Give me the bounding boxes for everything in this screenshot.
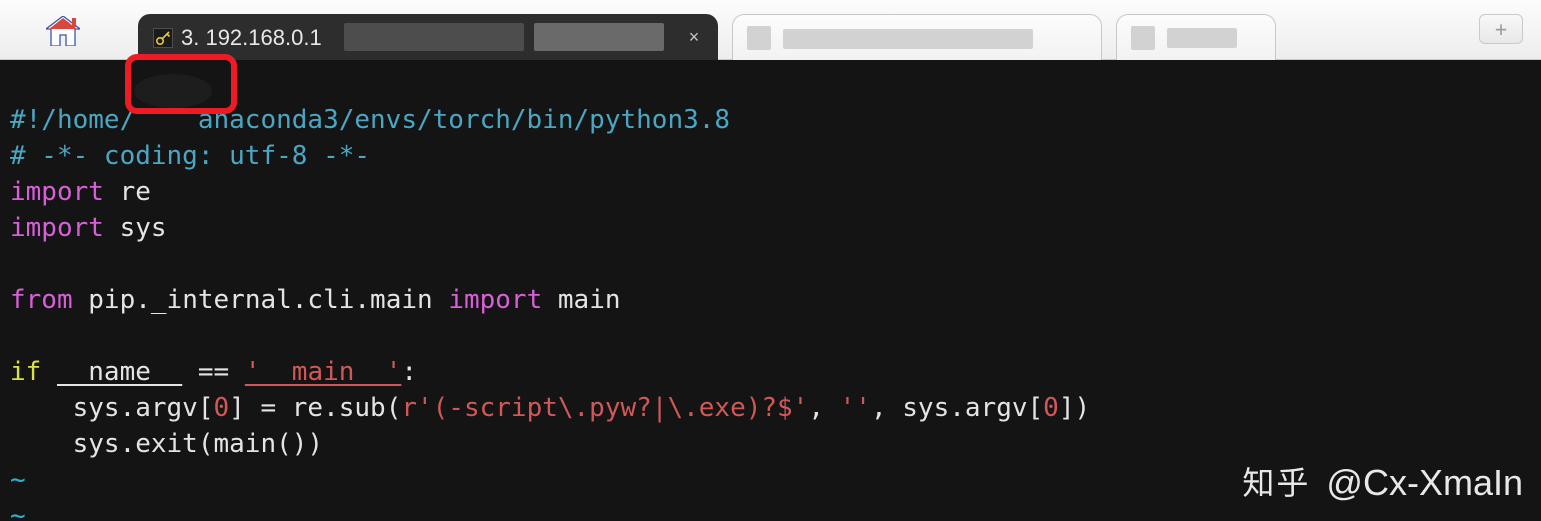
l7s2: '': [840, 393, 871, 423]
watermark-brand: 知乎: [1242, 465, 1310, 501]
tab-blur-active: [344, 23, 524, 51]
l7e: ]): [1059, 393, 1090, 423]
mod-path: pip._internal.cli.main: [88, 285, 432, 315]
tab-blur-active-2: [534, 23, 664, 51]
l7s1: r'(-script\.pyw?|\.exe)?$': [401, 393, 808, 423]
l7d: , sys.argv[: [871, 393, 1043, 423]
l7a: sys.argv[: [10, 393, 214, 423]
kw-import-1: import: [10, 177, 104, 207]
tilde-2: ~: [10, 501, 26, 521]
kw-import-2: import: [10, 213, 104, 243]
mod-re: re: [120, 177, 151, 207]
favicon-blur-2: [1131, 26, 1155, 50]
tab-title-1: [783, 25, 1079, 51]
code-coding: # -*- coding: utf-8 -*-: [10, 141, 370, 171]
kw-if: if: [10, 357, 41, 387]
colon: :: [401, 357, 417, 387]
watermark: 知乎 @Cx-XmaIn: [1242, 465, 1523, 501]
tab-inactive-2[interactable]: [1116, 14, 1276, 60]
watermark-handle: @Cx-XmaIn: [1326, 465, 1523, 501]
eq: ==: [182, 357, 245, 387]
mod-sys: sys: [120, 213, 167, 243]
str-main: '__main__': [245, 357, 402, 387]
l7b: ] = re.sub(: [229, 393, 401, 423]
redaction-smudge: [134, 74, 212, 108]
dunder-name: __name__: [57, 357, 182, 387]
plus-icon: +: [1495, 17, 1507, 41]
l7n0b: 0: [1043, 393, 1059, 423]
l7n0a: 0: [214, 393, 230, 423]
tab-text-blur-2: [1167, 28, 1237, 48]
favicon-blur-1: [747, 26, 771, 50]
tab-inactive-1[interactable]: [732, 14, 1102, 60]
code-editor[interactable]: #!/home/ anaconda3/envs/torch/bin/python…: [0, 60, 1541, 521]
mod-main: main: [558, 285, 621, 315]
tab-text-blur-1: [783, 29, 1033, 49]
kw-from: from: [10, 285, 73, 315]
close-icon[interactable]: ×: [683, 27, 705, 49]
l8: sys.exit(main()): [10, 429, 323, 459]
tab-active[interactable]: 3. 192.168.0.1 ×: [138, 14, 718, 60]
l7c: ,: [808, 393, 839, 423]
kw-import-3: import: [448, 285, 542, 315]
key-icon: [153, 28, 173, 48]
home-icon: [46, 16, 80, 46]
home-button[interactable]: [28, 11, 98, 51]
code-shebang: #!/home/ anaconda3/envs/torch/bin/python…: [10, 105, 730, 135]
tilde-1: ~: [10, 465, 26, 495]
new-tab-button[interactable]: +: [1479, 14, 1523, 44]
tab-bar: 3. 192.168.0.1 × +: [0, 0, 1541, 60]
